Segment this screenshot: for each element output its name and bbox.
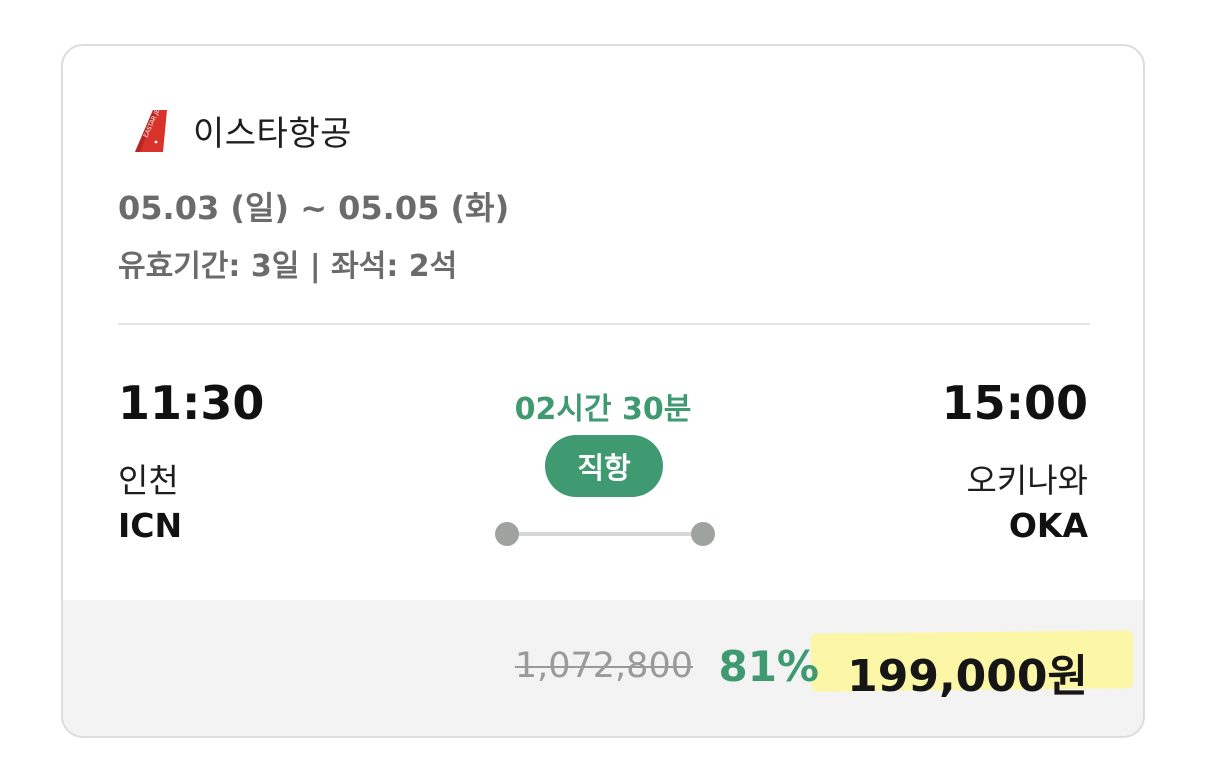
departure-airport-code: ICN <box>118 506 183 545</box>
original-price: 1,072,800 <box>514 646 693 686</box>
arrival-city: 오키나와 <box>966 461 1088 500</box>
route-connector <box>507 532 703 536</box>
airline-name: 이스타항공 <box>193 114 352 154</box>
arrival-airport-code: OKA <box>1008 506 1088 545</box>
flight-deal-card[interactable]: EASTAR JET 이스타항공 05.03 (일) ~ 05.05 (화) 유… <box>61 44 1145 738</box>
departure-city: 인천 <box>118 461 179 500</box>
airline-header: EASTAR JET 이스타항공 <box>129 106 352 155</box>
arrival-time: 15:00 <box>941 376 1088 430</box>
departure-time: 11:30 <box>118 376 265 430</box>
airline-tail-logo-icon: EASTAR JET <box>135 108 167 152</box>
origin-dot <box>495 522 519 546</box>
route-line <box>495 521 715 547</box>
travel-date-range: 05.03 (일) ~ 05.05 (화) <box>118 189 510 227</box>
destination-dot <box>691 522 715 546</box>
divider <box>118 323 1090 325</box>
flight-duration: 02시간 30분 <box>514 392 692 427</box>
discount-rate: 81% <box>718 642 819 691</box>
nonstop-badge: 직항 <box>545 435 663 497</box>
final-price: 199,000원 <box>847 651 1088 702</box>
validity-seats-info: 유효기간: 3일 | 좌석: 2석 <box>118 249 458 284</box>
